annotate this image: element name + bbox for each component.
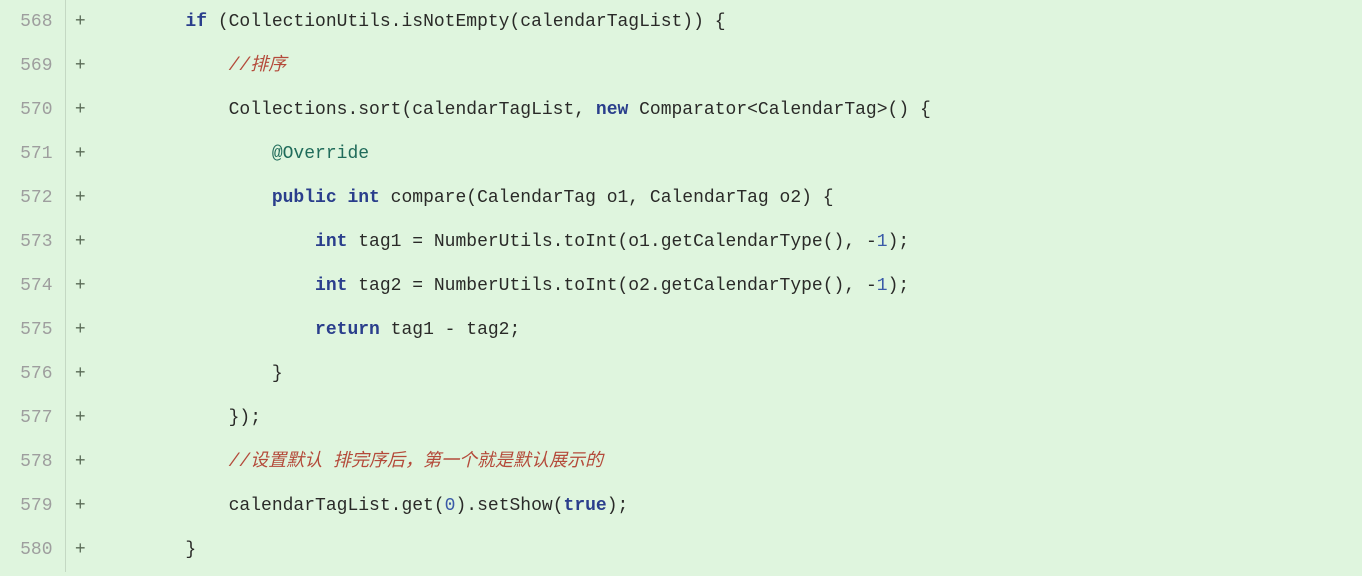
indent xyxy=(99,100,229,120)
code-line: 577+ }); xyxy=(0,396,1362,440)
code-token: 1 xyxy=(877,232,888,252)
indent xyxy=(99,276,315,296)
indent xyxy=(99,408,229,428)
code-token: (CollectionUtils.isNotEmpty(calendarTagL… xyxy=(207,12,725,32)
indent xyxy=(99,496,229,516)
line-number[interactable]: 575 xyxy=(0,308,65,352)
code-token: compare(CalendarTag o1, CalendarTag o2) … xyxy=(380,188,834,208)
code-token: int xyxy=(315,232,347,252)
code-content[interactable]: return tag1 - tag2; xyxy=(95,308,1362,352)
code-line: 568+ if (CollectionUtils.isNotEmpty(cale… xyxy=(0,0,1362,44)
code-content[interactable]: Collections.sort(calendarTagList, new Co… xyxy=(95,88,1362,132)
code-token: Comparator<CalendarTag>() { xyxy=(628,100,930,120)
indent xyxy=(99,144,272,164)
line-number[interactable]: 573 xyxy=(0,220,65,264)
indent xyxy=(99,12,185,32)
line-number[interactable]: 574 xyxy=(0,264,65,308)
code-line: 573+ int tag1 = NumberUtils.toInt(o1.get… xyxy=(0,220,1362,264)
code-token: ); xyxy=(888,232,910,252)
diff-code-block: 568+ if (CollectionUtils.isNotEmpty(cale… xyxy=(0,0,1362,572)
code-token: @Override xyxy=(272,144,369,164)
line-number[interactable]: 578 xyxy=(0,440,65,484)
line-number[interactable]: 568 xyxy=(0,0,65,44)
indent xyxy=(99,364,272,384)
code-token: int xyxy=(347,188,379,208)
code-line: 572+ public int compare(CalendarTag o1, … xyxy=(0,176,1362,220)
code-token: ); xyxy=(607,496,629,516)
indent xyxy=(99,188,272,208)
code-content[interactable]: int tag1 = NumberUtils.toInt(o1.getCalen… xyxy=(95,220,1362,264)
code-token: 0 xyxy=(445,496,456,516)
indent xyxy=(99,320,315,340)
indent xyxy=(99,452,229,472)
code-line: 578+ //设置默认 排完序后，第一个就是默认展示的 xyxy=(0,440,1362,484)
line-number[interactable]: 571 xyxy=(0,132,65,176)
code-token: int xyxy=(315,276,347,296)
code-token: 1 xyxy=(877,276,888,296)
code-token: } xyxy=(185,540,196,560)
diff-marker: + xyxy=(65,308,95,352)
code-line: 576+ } xyxy=(0,352,1362,396)
diff-marker: + xyxy=(65,44,95,88)
indent xyxy=(99,232,315,252)
code-content[interactable]: } xyxy=(95,352,1362,396)
code-content[interactable]: @Override xyxy=(95,132,1362,176)
indent xyxy=(99,56,229,76)
code-token: true xyxy=(564,496,607,516)
code-token: ).setShow( xyxy=(455,496,563,516)
code-token: }); xyxy=(229,408,261,428)
code-line: 575+ return tag1 - tag2; xyxy=(0,308,1362,352)
diff-marker: + xyxy=(65,528,95,572)
line-number[interactable]: 569 xyxy=(0,44,65,88)
diff-marker: + xyxy=(65,0,95,44)
code-token: ); xyxy=(888,276,910,296)
code-lines: 568+ if (CollectionUtils.isNotEmpty(cale… xyxy=(0,0,1362,572)
diff-marker: + xyxy=(65,264,95,308)
code-token: public xyxy=(272,188,337,208)
code-token: calendarTagList.get( xyxy=(229,496,445,516)
code-content[interactable]: //设置默认 排完序后，第一个就是默认展示的 xyxy=(95,440,1362,484)
diff-marker: + xyxy=(65,440,95,484)
code-content[interactable]: //排序 xyxy=(95,44,1362,88)
code-token: tag2 = NumberUtils.toInt(o2.getCalendarT… xyxy=(347,276,876,296)
code-line: 571+ @Override xyxy=(0,132,1362,176)
code-line: 570+ Collections.sort(calendarTagList, n… xyxy=(0,88,1362,132)
code-content[interactable]: int tag2 = NumberUtils.toInt(o2.getCalen… xyxy=(95,264,1362,308)
code-token: tag1 - tag2; xyxy=(380,320,520,340)
line-number[interactable]: 570 xyxy=(0,88,65,132)
diff-marker: + xyxy=(65,220,95,264)
code-line: 574+ int tag2 = NumberUtils.toInt(o2.get… xyxy=(0,264,1362,308)
line-number[interactable]: 576 xyxy=(0,352,65,396)
code-line: 569+ //排序 xyxy=(0,44,1362,88)
code-content[interactable]: } xyxy=(95,528,1362,572)
code-token: tag1 = NumberUtils.toInt(o1.getCalendarT… xyxy=(347,232,876,252)
line-number[interactable]: 579 xyxy=(0,484,65,528)
code-token: } xyxy=(272,364,283,384)
code-token: if xyxy=(185,12,207,32)
code-token: return xyxy=(315,320,380,340)
diff-marker: + xyxy=(65,352,95,396)
code-line: 579+ calendarTagList.get(0).setShow(true… xyxy=(0,484,1362,528)
diff-marker: + xyxy=(65,132,95,176)
line-number[interactable]: 577 xyxy=(0,396,65,440)
code-token: //设置默认 排完序后，第一个就是默认展示的 xyxy=(229,452,603,472)
code-token: new xyxy=(596,100,628,120)
code-token xyxy=(337,188,348,208)
code-content[interactable]: }); xyxy=(95,396,1362,440)
line-number[interactable]: 572 xyxy=(0,176,65,220)
line-number[interactable]: 580 xyxy=(0,528,65,572)
diff-marker: + xyxy=(65,396,95,440)
code-token: //排序 xyxy=(229,56,287,76)
indent xyxy=(99,540,185,560)
code-content[interactable]: calendarTagList.get(0).setShow(true); xyxy=(95,484,1362,528)
code-content[interactable]: public int compare(CalendarTag o1, Calen… xyxy=(95,176,1362,220)
code-line: 580+ } xyxy=(0,528,1362,572)
code-token: Collections.sort(calendarTagList, xyxy=(229,100,596,120)
diff-marker: + xyxy=(65,176,95,220)
diff-marker: + xyxy=(65,484,95,528)
code-content[interactable]: if (CollectionUtils.isNotEmpty(calendarT… xyxy=(95,0,1362,44)
diff-marker: + xyxy=(65,88,95,132)
